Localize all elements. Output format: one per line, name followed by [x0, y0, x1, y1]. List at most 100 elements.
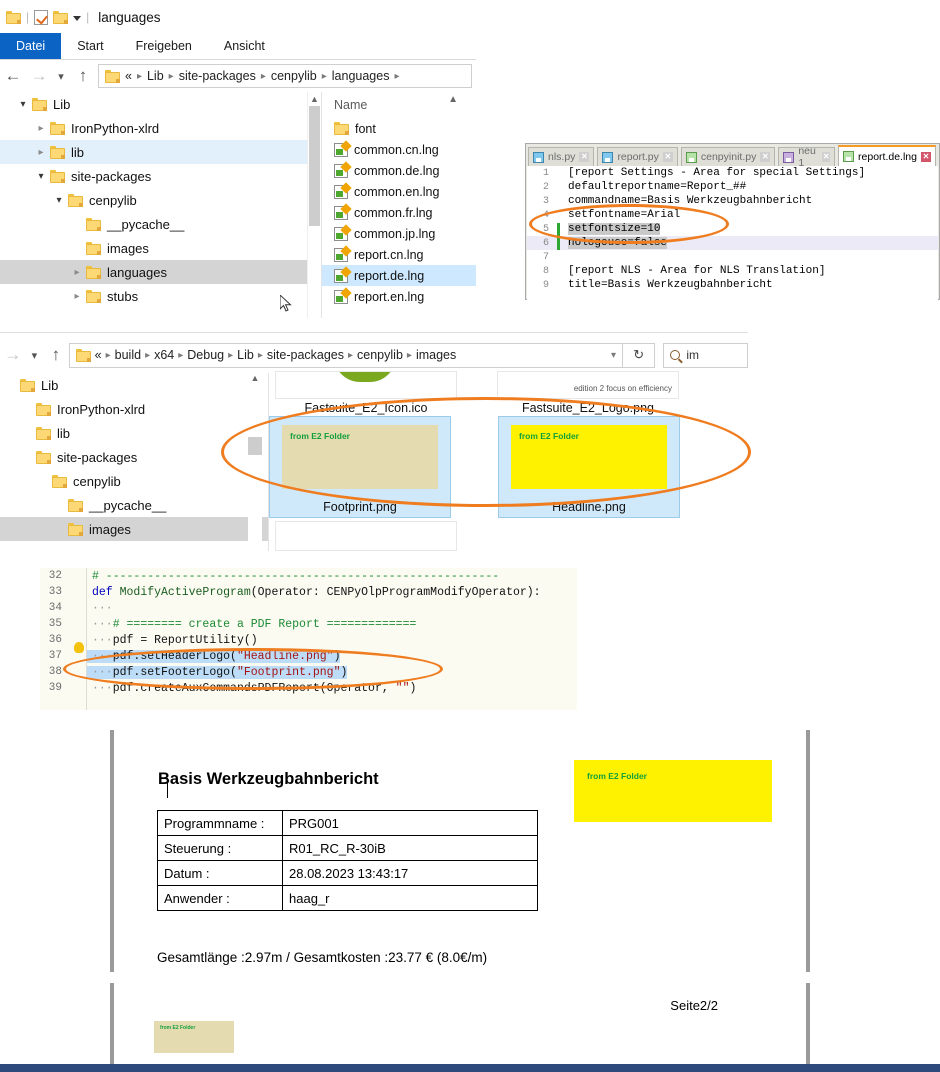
thumbnail-tile-partial[interactable] [275, 521, 457, 551]
close-icon[interactable]: ✕ [760, 152, 770, 162]
line-number: 35 [40, 618, 72, 630]
chevron-right-icon[interactable]: ▸ [32, 123, 50, 134]
chevron-right-icon[interactable]: ▸ [68, 291, 86, 302]
breadcrumb[interactable]: « ▸ Lib ▸ site-packages ▸ cenpylib ▸ lan… [98, 64, 472, 88]
line-text: defaultreportname=Report_## [560, 181, 746, 193]
chevron-down-icon[interactable] [73, 16, 81, 21]
tree2-item-lib[interactable]: lib [0, 421, 268, 445]
breadcrumb2-lib[interactable]: Lib [237, 348, 254, 362]
ribbon-tab-start[interactable]: Start [61, 33, 119, 59]
editor-tab-nls-py[interactable]: nls.py✕ [528, 147, 594, 166]
file-item-font[interactable]: font [322, 118, 476, 139]
python-code-block[interactable]: 32# ------------------------------------… [40, 568, 577, 710]
breadcrumb2-debug[interactable]: Debug [187, 348, 224, 362]
search-input[interactable]: im [663, 343, 748, 368]
column-header-label: Name [334, 98, 367, 112]
breadcrumb2-build[interactable]: build [115, 348, 141, 362]
thumbnail-tile-icon[interactable]: Fastsuite_E2_Icon.ico [275, 371, 457, 415]
ribbon-tab-datei[interactable]: Datei [0, 33, 61, 59]
tree-item-lib[interactable]: ▾Lib [0, 92, 321, 116]
tree-item-images[interactable]: images [0, 236, 321, 260]
address-dropdown-icon[interactable]: ▾ [611, 350, 616, 361]
pdf-row-value: R01_RC_R-30iB [283, 836, 538, 861]
close-icon[interactable]: ✕ [663, 152, 673, 162]
editor-tab-neu-1[interactable]: neu 1✕ [778, 147, 835, 166]
up-button[interactable]: ↑ [70, 63, 96, 89]
scroll-thumb-2[interactable] [248, 437, 262, 455]
crumb-sep: ▸ [258, 350, 263, 361]
editor-text-area[interactable]: 1[report Settings - Area for special Set… [527, 166, 938, 300]
tree2-item-cenpylib[interactable]: cenpylib [0, 469, 268, 493]
tree2-item--pycache-[interactable]: __pycache__ [0, 493, 268, 517]
recent-locations-icon[interactable]: ▾ [52, 63, 70, 89]
editor-tab-report-py[interactable]: report.py✕ [597, 147, 677, 166]
chevron-right-icon[interactable]: ▸ [68, 267, 86, 278]
line-text: ···pdf = ReportUtility() [86, 634, 258, 647]
new-folder-icon[interactable] [53, 11, 68, 24]
forward-button-2[interactable]: → [0, 342, 26, 368]
column-header-name[interactable]: Name ▲ [322, 92, 476, 118]
tree-item-lib[interactable]: ▸lib [0, 140, 321, 164]
breadcrumb2-images[interactable]: images [416, 348, 456, 362]
tree-item-site-packages[interactable]: ▾site-packages [0, 164, 321, 188]
tree2-item-site-packages[interactable]: site-packages [0, 445, 268, 469]
editor-tab-cenpyinit-py[interactable]: cenpyinit.py✕ [681, 147, 775, 166]
breadcrumb-lib[interactable]: Lib [147, 69, 164, 83]
breadcrumb2-site-packages[interactable]: site-packages [267, 348, 344, 362]
lightbulb-icon[interactable] [74, 642, 84, 653]
save-icon [843, 151, 854, 162]
folder-icon[interactable] [6, 11, 21, 24]
breadcrumb-site-packages[interactable]: site-packages [179, 69, 256, 83]
chevron-right-icon[interactable]: ▸ [32, 147, 50, 158]
tree-item--pycache-[interactable]: __pycache__ [0, 212, 321, 236]
file-item-report-en-lng[interactable]: report.en.lng [322, 286, 476, 307]
scroll-up-icon[interactable]: ▲ [308, 94, 321, 104]
ribbon-tab-ansicht[interactable]: Ansicht [208, 33, 281, 59]
file-item-report-cn-lng[interactable]: report.cn.lng [322, 244, 476, 265]
file-item-report-de-lng[interactable]: report.de.lng [322, 265, 476, 286]
thumbnail-tile-footprint[interactable]: from E2 Folder Footprint.png [269, 416, 451, 518]
crumb-sep: ▸ [394, 71, 399, 82]
file-item-common-en-lng[interactable]: common.en.lng [322, 181, 476, 202]
breadcrumb2-x64[interactable]: x64 [154, 348, 174, 362]
tree2-item-label: images [89, 522, 131, 537]
editor-tab-report-de-lng[interactable]: report.de.lng✕ [838, 145, 936, 166]
thumbnail-tile-logo[interactable]: edition 2 focus on efficiency Fastsuite_… [497, 371, 679, 415]
breadcrumb2-cenpylib[interactable]: cenpylib [357, 348, 403, 362]
tree-scrollbar[interactable]: ▲ [307, 92, 321, 318]
file-item-common-jp-lng[interactable]: common.jp.lng [322, 223, 476, 244]
file-item-common-fr-lng[interactable]: common.fr.lng [322, 202, 476, 223]
file-item-common-de-lng[interactable]: common.de.lng [322, 160, 476, 181]
close-icon[interactable]: ✕ [822, 152, 830, 162]
scroll-up-icon-2[interactable]: ▲ [248, 373, 262, 383]
close-icon[interactable]: ✕ [921, 152, 931, 162]
back-button[interactable]: ← [0, 63, 26, 89]
breadcrumb-cenpylib[interactable]: cenpylib [271, 69, 317, 83]
chevron-down-icon[interactable]: ▾ [32, 171, 50, 182]
tree-item-languages[interactable]: ▸languages [0, 260, 321, 284]
chevron-down-icon[interactable]: ▾ [14, 99, 32, 110]
tree2-item-images[interactable]: images [0, 517, 268, 541]
recent-locations-icon-2[interactable]: ▾ [26, 342, 44, 368]
scroll-thumb[interactable] [309, 106, 320, 226]
refresh-icon[interactable]: ↻ [623, 343, 655, 368]
tree-item-cenpylib[interactable]: ▾cenpylib [0, 188, 321, 212]
close-icon[interactable]: ✕ [579, 152, 589, 162]
thumbnail-tile-headline[interactable]: from E2 Folder Headline.png [498, 416, 680, 518]
file-item-common-cn-lng[interactable]: common.cn.lng [322, 139, 476, 160]
tree-item-ironpython-xlrd[interactable]: ▸IronPython-xlrd [0, 116, 321, 140]
tree2-item-ironpython-xlrd[interactable]: IronPython-xlrd [0, 397, 268, 421]
folder-icon [32, 98, 47, 111]
up-button-2[interactable]: ↑ [43, 342, 69, 368]
tree-scrollbar-2[interactable]: ▲ [248, 373, 262, 551]
properties-icon[interactable] [34, 10, 48, 25]
breadcrumb-languages[interactable]: languages [332, 69, 390, 83]
breadcrumb-2[interactable]: « ▸ build ▸ x64 ▸ Debug ▸ Lib ▸ site-pac… [69, 343, 623, 368]
line-number: 2 [527, 182, 557, 193]
tree2-item-label: __pycache__ [89, 498, 166, 513]
chevron-down-icon[interactable]: ▾ [50, 195, 68, 206]
tree2-item-lib[interactable]: Lib [0, 373, 268, 397]
ribbon-tab-freigeben[interactable]: Freigeben [120, 33, 208, 59]
tree-item-stubs[interactable]: ▸stubs [0, 284, 321, 308]
forward-button[interactable]: → [26, 63, 52, 89]
